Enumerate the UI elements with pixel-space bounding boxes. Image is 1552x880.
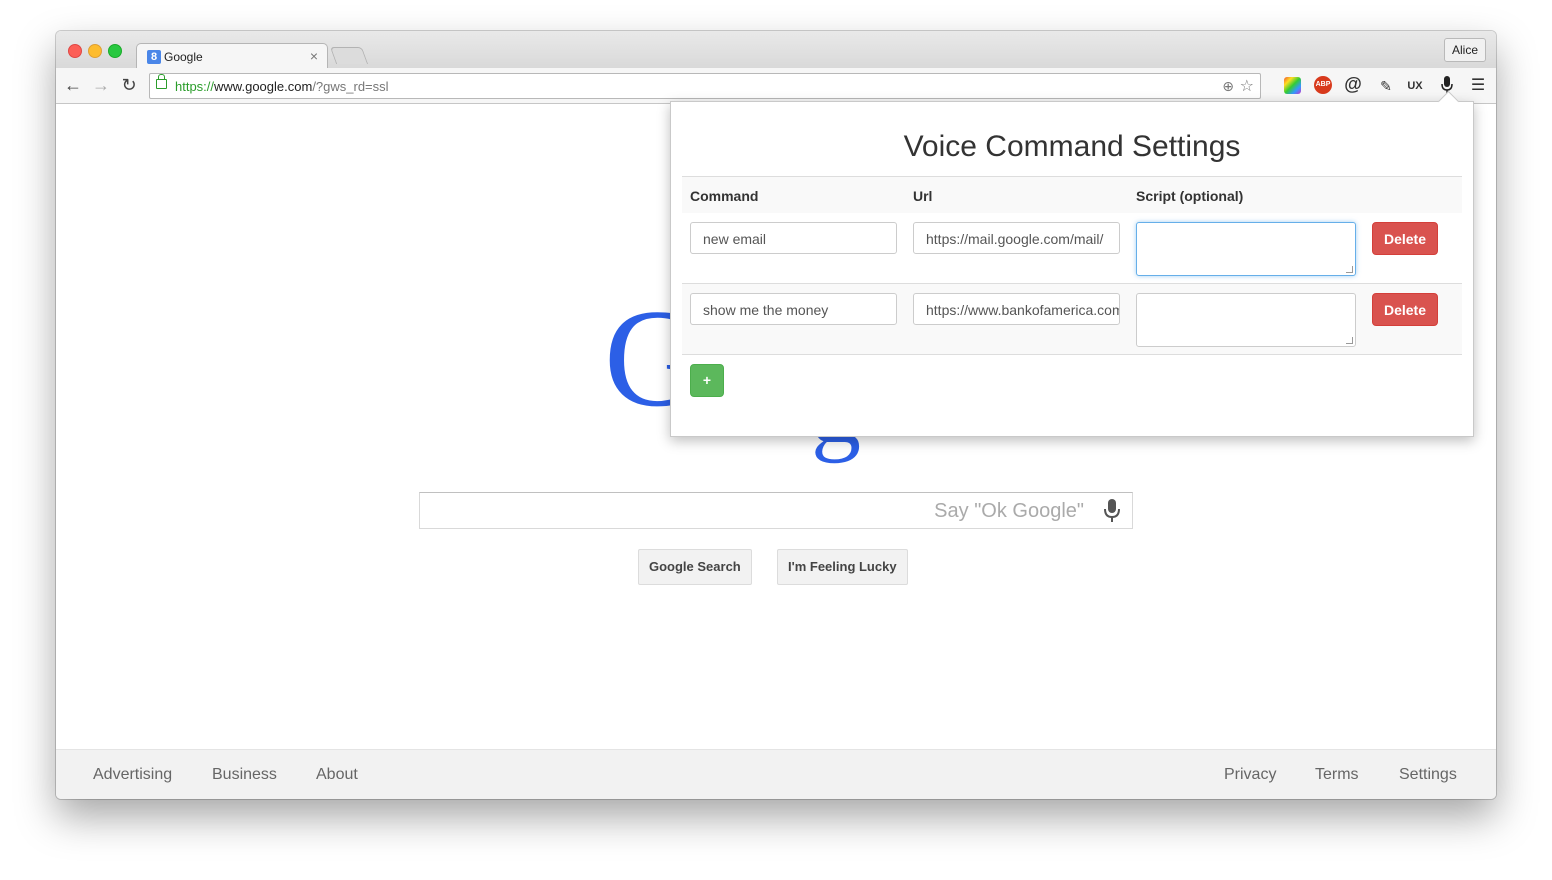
menu-icon[interactable]: ☰ xyxy=(1468,76,1488,96)
footer-link-settings[interactable]: Settings xyxy=(1399,766,1457,784)
url-input[interactable]: https://www.bankofamerica.com xyxy=(913,293,1120,325)
resize-handle-icon[interactable] xyxy=(1346,337,1353,344)
header-script: Script (optional) xyxy=(1136,188,1244,204)
footer-link-about[interactable]: About xyxy=(316,766,358,784)
voice-search-mic-icon[interactable] xyxy=(1102,499,1122,523)
table-header: Command Url Script (optional) xyxy=(682,176,1462,214)
footer: Advertising Business About Privacy Terms… xyxy=(56,749,1496,799)
tab-close-icon[interactable]: × xyxy=(310,48,318,64)
google-search-button[interactable]: Google Search xyxy=(638,549,752,585)
zoom-icon[interactable]: ⊕ xyxy=(1222,78,1234,95)
tab-title: Google xyxy=(164,50,203,64)
add-command-button[interactable]: + xyxy=(690,364,724,397)
url-text: https://www.google.com/?gws_rd=ssl xyxy=(175,79,389,94)
script-textarea[interactable] xyxy=(1136,293,1356,347)
profile-button[interactable]: Alice xyxy=(1443,38,1486,62)
script-textarea[interactable] xyxy=(1136,222,1356,276)
footer-link-privacy[interactable]: Privacy xyxy=(1224,766,1276,784)
toolbar: ← → ↻ https://www.google.com/?gws_rd=ssl… xyxy=(56,68,1496,104)
ux-check-icon[interactable]: UX xyxy=(1405,76,1425,96)
lock-icon xyxy=(156,74,167,89)
back-arrow-icon[interactable]: ← xyxy=(62,74,84,96)
zoom-window-button[interactable] xyxy=(108,44,122,58)
header-command: Command xyxy=(690,188,759,204)
delete-button[interactable]: Delete xyxy=(1372,293,1438,326)
tab-strip: 8 Google × Alice xyxy=(56,31,1496,70)
table-row: show me the money https://www.bankofamer… xyxy=(682,284,1462,355)
at-icon[interactable]: @ xyxy=(1343,74,1363,94)
adblock-plus-icon[interactable]: ABP xyxy=(1314,76,1332,94)
command-input[interactable]: show me the money xyxy=(690,293,897,325)
bookmark-star-icon[interactable]: ☆ xyxy=(1240,76,1254,96)
google-favicon-icon: 8 xyxy=(147,50,161,64)
resize-handle-icon[interactable] xyxy=(1346,266,1353,273)
reload-icon[interactable]: ↻ xyxy=(118,74,140,96)
feeling-lucky-button[interactable]: I'm Feeling Lucky xyxy=(777,549,908,585)
table-row: new email https://mail.google.com/mail/ … xyxy=(682,213,1462,284)
delete-button[interactable]: Delete xyxy=(1372,222,1438,255)
new-tab-button[interactable] xyxy=(329,47,369,64)
close-window-button[interactable] xyxy=(68,44,82,58)
header-url: Url xyxy=(913,188,933,204)
address-bar[interactable]: https://www.google.com/?gws_rd=ssl ⊕ ☆ xyxy=(149,73,1261,99)
url-input[interactable]: https://mail.google.com/mail/ xyxy=(913,222,1120,254)
command-input[interactable]: new email xyxy=(690,222,897,254)
forward-arrow-icon[interactable]: → xyxy=(90,74,112,96)
search-input[interactable]: Say "Ok Google" xyxy=(419,492,1133,529)
colorzilla-icon[interactable] xyxy=(1284,77,1301,94)
footer-link-business[interactable]: Business xyxy=(212,766,277,784)
voice-command-popup: Voice Command Settings Command Url Scrip… xyxy=(670,90,1474,437)
search-placeholder: Say "Ok Google" xyxy=(934,500,1084,522)
browser-window: 8 Google × Alice ← → ↻ https://www.googl… xyxy=(56,31,1496,799)
minimize-window-button[interactable] xyxy=(88,44,102,58)
popup-title: Voice Command Settings xyxy=(903,130,1241,163)
footer-link-advertising[interactable]: Advertising xyxy=(93,766,172,784)
eyedropper-icon[interactable]: ✎ xyxy=(1376,76,1396,96)
footer-link-terms[interactable]: Terms xyxy=(1315,766,1359,784)
tab-google[interactable]: 8 Google × xyxy=(136,43,328,70)
